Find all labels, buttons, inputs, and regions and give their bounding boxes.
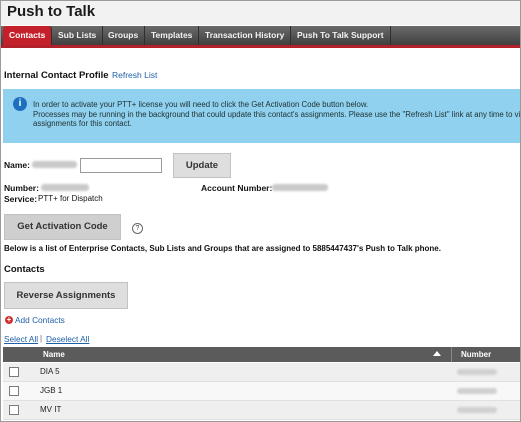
- get-activation-code-button[interactable]: Get Activation Code: [4, 214, 121, 240]
- tab-contacts[interactable]: Contacts: [3, 26, 53, 45]
- column-divider: [451, 347, 452, 362]
- info-icon: i: [13, 97, 27, 111]
- column-name[interactable]: Name: [43, 347, 65, 362]
- tab-groups[interactable]: Groups: [102, 26, 146, 45]
- table-row[interactable]: DIA 5: [3, 363, 520, 382]
- name-label: Name:: [4, 160, 30, 170]
- select-all-link[interactable]: Select All: [4, 334, 38, 344]
- info-line-3: assignments for this contact.: [33, 119, 132, 128]
- contact-number-redacted: [457, 369, 497, 375]
- contact-name: JGB 1: [40, 386, 63, 395]
- section-title: Internal Contact Profile: [4, 70, 109, 81]
- row-checkbox[interactable]: [9, 405, 19, 415]
- column-number[interactable]: Number: [461, 347, 491, 362]
- contact-number-redacted: [457, 407, 497, 413]
- add-icon[interactable]: +: [5, 316, 13, 324]
- assignment-description: Below is a list of Enterprise Contacts, …: [4, 244, 441, 253]
- tab-push-to-talk-support[interactable]: Push To Talk Support: [291, 26, 391, 45]
- info-line-2: Processes may be running in the backgrou…: [33, 109, 521, 119]
- tab-bar: Contacts Sub Lists Groups Templates Tran…: [1, 26, 520, 48]
- number-label: Number:: [4, 183, 39, 193]
- link-separator: |: [40, 334, 43, 343]
- table-header: Name Number: [3, 347, 520, 362]
- table-row[interactable]: JGB 1: [3, 382, 520, 401]
- contacts-heading: Contacts: [4, 264, 45, 275]
- name-input[interactable]: [80, 158, 162, 173]
- row-checkbox[interactable]: [9, 386, 19, 396]
- tab-sub-lists[interactable]: Sub Lists: [52, 26, 104, 45]
- sort-ascending-icon[interactable]: [433, 351, 441, 356]
- help-icon[interactable]: ?: [132, 223, 143, 234]
- tab-transaction-history[interactable]: Transaction History: [199, 26, 292, 45]
- service-value: PTT+ for Dispatch: [38, 194, 103, 203]
- update-button[interactable]: Update: [173, 153, 231, 178]
- account-number-label: Account Number:: [201, 183, 273, 193]
- add-contacts-link[interactable]: Add Contacts: [15, 315, 65, 325]
- refresh-list-link[interactable]: Refresh List: [112, 70, 157, 80]
- contact-name: MV IT: [40, 405, 62, 414]
- contact-number-redacted: [457, 388, 497, 394]
- number-value-redacted: [41, 184, 89, 191]
- deselect-all-link[interactable]: Deselect All: [46, 334, 89, 344]
- info-line-1: In order to activate your PTT+ license y…: [33, 100, 369, 109]
- service-label: Service:: [4, 194, 38, 204]
- table-row[interactable]: MV IT: [3, 401, 520, 420]
- name-value-redacted: [32, 161, 77, 168]
- contact-name: DIA 5: [40, 367, 60, 376]
- row-checkbox[interactable]: [9, 367, 19, 377]
- tab-templates[interactable]: Templates: [145, 26, 200, 45]
- account-number-value-redacted: [272, 184, 328, 191]
- title-bar: Push to Talk: [1, 1, 520, 25]
- reverse-assignments-button[interactable]: Reverse Assignments: [4, 282, 128, 309]
- info-text: In order to activate your PTT+ license y…: [33, 100, 521, 129]
- app-window: Push to Talk Contacts Sub Lists Groups T…: [0, 0, 521, 422]
- page-title: Push to Talk: [7, 3, 96, 20]
